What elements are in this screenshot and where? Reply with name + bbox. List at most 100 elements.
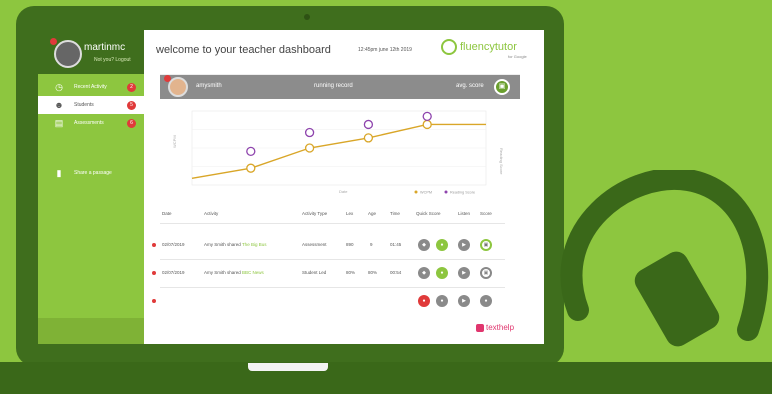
legend-swatch — [444, 190, 448, 194]
row-status-dot — [152, 271, 156, 275]
row-type: Student Led — [302, 270, 327, 275]
notification-dot — [50, 38, 57, 45]
reading-score-point — [363, 119, 374, 130]
column-header: Date — [162, 211, 172, 216]
reading-score-point — [246, 146, 256, 157]
row-activity: Amy Smith shared The Big Bus — [204, 242, 266, 247]
quick-score-button[interactable]: ● — [418, 295, 430, 307]
texthelp-icon — [476, 323, 484, 332]
sidebar-item-label: Students — [74, 102, 94, 108]
student-header-bar: amysmith running record avg. score ▣ — [160, 75, 520, 99]
sidebar-item-label: Recent Activity — [74, 84, 107, 90]
column-header: Activity Type — [302, 211, 328, 216]
count-badge: 2 — [127, 82, 136, 92]
wcpm-point — [422, 119, 432, 130]
row-lex: 80% — [346, 270, 356, 275]
wcpm-line — [191, 123, 486, 179]
avg-score-button[interactable]: ▣ — [494, 79, 510, 95]
quick-score-button[interactable]: ● — [436, 239, 448, 251]
logo-mark-icon — [441, 39, 457, 55]
quick-score-button[interactable]: ● — [436, 267, 448, 279]
legend-label: Reading Score — [450, 191, 475, 195]
reading-score-point — [422, 111, 432, 122]
column-header: Listen — [458, 211, 471, 216]
count-badge: 6 — [127, 118, 136, 128]
student-avatar[interactable] — [168, 77, 188, 97]
play-icon[interactable]: ▶ — [458, 295, 470, 307]
row-age: 80% — [368, 270, 378, 275]
score-button[interactable]: ▣ — [480, 239, 492, 251]
sidebar-item-assessments[interactable]: ▤ Assessments 6 — [38, 114, 144, 132]
play-icon[interactable]: ▶ — [458, 239, 470, 251]
row-time: 01:45 — [390, 242, 402, 247]
share-icon: ▮ — [56, 168, 62, 178]
quick-score-button[interactable]: ● — [436, 295, 448, 307]
row-age: 9 — [370, 242, 373, 247]
y-axis-label: WCPM — [172, 135, 177, 148]
fluencytutor-logo: fluencytutor — [441, 39, 517, 55]
quick-score-button[interactable]: ◆ — [418, 267, 430, 279]
row-divider — [160, 287, 505, 288]
y2-axis-label: Reading Score — [499, 148, 504, 175]
column-header: Activity — [204, 211, 219, 216]
sidebar-item-label: Share a passage — [74, 170, 112, 176]
dashboard-screen: martinmc Not you? Logout ◷ Recent Activi… — [38, 30, 544, 344]
row-lex: 890 — [346, 242, 354, 247]
wcpm-point — [246, 163, 256, 173]
avatar[interactable] — [54, 40, 82, 68]
row-divider — [160, 223, 505, 224]
sidebar-item-recent-activity[interactable]: ◷ Recent Activity 2 — [38, 78, 144, 96]
sidebar-item-label: Assessments — [74, 120, 104, 126]
texthelp-brand: texthelp — [486, 323, 515, 332]
score-button[interactable]: ▣ — [480, 267, 492, 279]
notification-dot — [164, 75, 171, 82]
activity-text: Amy Smith shared — [204, 242, 242, 247]
headset-icon — [560, 170, 769, 347]
passage-link[interactable]: BBC News — [242, 270, 264, 275]
row-status-dot — [152, 299, 156, 303]
running-record-label: running record — [314, 83, 353, 89]
student-panel: amysmith running record avg. score ▣ WCP… — [152, 74, 520, 343]
brand-name: fluencytutor — [460, 41, 517, 53]
sidebar-footer — [38, 318, 144, 344]
wcpm-point — [304, 143, 315, 153]
column-header: Lex — [346, 211, 354, 216]
user-panel: martinmc Not you? Logout — [38, 30, 144, 74]
row-type: Assessment — [302, 242, 327, 247]
avg-score-label: avg. score — [456, 83, 484, 89]
document-icon: ▤ — [54, 118, 64, 128]
student-name[interactable]: amysmith — [196, 83, 222, 89]
users-icon: ☻ — [54, 100, 64, 110]
row-time: 00:54 — [390, 270, 402, 275]
quick-score-button[interactable]: ◆ — [418, 239, 430, 251]
running-record-chart: WCPM Reading Score Date WCPM Reading Score — [172, 110, 504, 195]
header-timestamp: 12:45pm june 12th 2019 — [358, 47, 412, 53]
play-icon[interactable]: ▶ — [458, 267, 470, 279]
column-header: Age — [368, 211, 377, 216]
logout-link[interactable]: Not you? Logout — [94, 57, 131, 63]
sidebar-item-share-passage[interactable]: ▮ Share a passage — [38, 164, 144, 182]
column-header: Time — [390, 211, 400, 216]
brand-subtitle: for Google — [508, 54, 527, 59]
row-divider — [160, 259, 505, 260]
activity-text: Amy Smith shared — [204, 270, 243, 275]
page-title: welcome to your teacher dashboard — [156, 44, 331, 56]
texthelp-logo: texthelp — [476, 323, 514, 332]
count-badge: 5 — [127, 100, 136, 110]
legend-swatch — [414, 190, 418, 194]
row-date: 02/07/2019 — [162, 242, 185, 247]
column-header: Score — [480, 211, 492, 216]
row-date: 02/07/2019 — [162, 270, 185, 275]
user-name: martinmc — [84, 42, 126, 53]
laptop-notch — [248, 363, 328, 371]
sidebar-item-students[interactable]: ☻ Students 5 — [38, 96, 144, 114]
passage-link[interactable]: The Big Bus — [242, 242, 267, 247]
sidebar: martinmc Not you? Logout ◷ Recent Activi… — [38, 30, 144, 344]
x-axis-label: Date — [339, 189, 348, 194]
score-button[interactable]: ● — [480, 295, 492, 307]
webcam — [304, 14, 310, 20]
row-activity: Amy Smith shared BBC News — [204, 270, 264, 275]
column-header: Quick Score — [416, 211, 441, 216]
legend-label: WCPM — [420, 191, 432, 195]
clock-icon: ◷ — [55, 82, 63, 92]
